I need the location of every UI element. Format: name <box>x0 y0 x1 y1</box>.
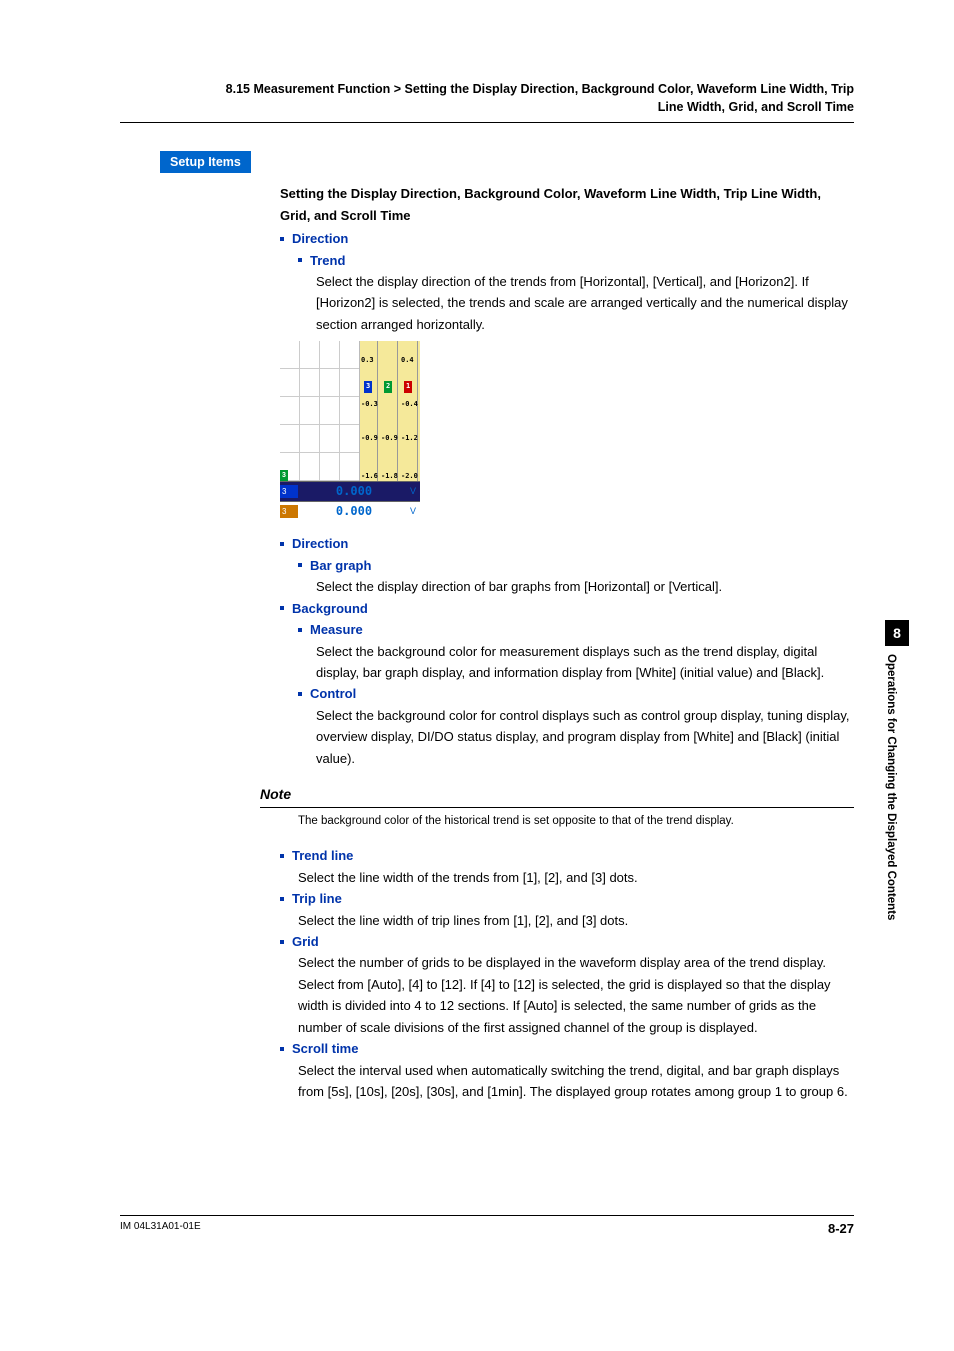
grid-body: Select the number of grids to be display… <box>298 952 854 1038</box>
item-trip-line: Trip line <box>280 888 854 909</box>
figure-channel-tag: 1 <box>404 381 412 393</box>
figure-scale-tick: -1.2 <box>401 433 418 445</box>
page-footer: IM 04L31A01-01E 8-27 <box>120 1215 854 1236</box>
trend-line-body: Select the line width of the trends from… <box>298 867 854 888</box>
figure-scale-tick: 0.3 <box>361 355 374 367</box>
figure-readout-row: 30.000V <box>280 481 420 501</box>
item-scroll-time: Scroll time <box>280 1038 854 1059</box>
section-title: Setting the Display Direction, Backgroun… <box>280 183 854 226</box>
figure-scale-column: 10.4-0.4-1.2-2.0 <box>400 341 418 481</box>
bargraph-body: Select the display direction of bar grap… <box>316 576 854 597</box>
item-control: Control <box>298 683 854 704</box>
figure-scale-column: 30.3-0.3-0.9-1.6 <box>360 341 378 481</box>
control-body: Select the background color for control … <box>316 705 854 769</box>
figure-readout-row: 30.000V <box>280 501 420 521</box>
figure-readout-value: 0.000 <box>298 502 410 522</box>
chapter-number: 8 <box>885 620 909 646</box>
note-label: Note <box>260 783 854 808</box>
setup-items-badge: Setup Items <box>160 151 251 173</box>
item-trend: Trend <box>298 250 854 271</box>
scroll-body: Select the interval used when automatica… <box>298 1060 854 1103</box>
figure-scale-column: 2-0.9-1.8 <box>380 341 398 481</box>
figure-grid-area: 3 <box>280 341 360 481</box>
note-text: The background color of the historical t… <box>298 812 854 831</box>
item-direction-1: Direction <box>280 228 854 249</box>
figure-readout-label: 3 <box>280 505 298 518</box>
figure-readout-unit: V <box>410 484 420 499</box>
item-measure: Measure <box>298 619 854 640</box>
note-block: Note The background color of the histori… <box>260 783 854 831</box>
figure-readout-area: 30.000V30.000V <box>280 481 420 521</box>
chapter-title: Operations for Changing the Displayed Co… <box>885 646 897 1026</box>
item-grid: Grid <box>280 931 854 952</box>
figure-scale-area: 30.3-0.3-0.9-1.62-0.9-1.810.4-0.4-1.2-2.… <box>360 341 420 481</box>
figure-scale-tick: 0.4 <box>401 355 414 367</box>
page-number: 8-27 <box>828 1221 854 1236</box>
main-content: Setting the Display Direction, Backgroun… <box>280 183 854 1102</box>
figure-readout-value: 0.000 <box>298 482 410 502</box>
figure-scale-tick: -0.9 <box>381 433 398 445</box>
item-bargraph: Bar graph <box>298 555 854 576</box>
item-trend-line: Trend line <box>280 845 854 866</box>
figure-readout-label: 3 <box>280 485 298 498</box>
figure-channel-tag: 2 <box>384 381 392 393</box>
doc-id: IM 04L31A01-01E <box>120 1221 201 1236</box>
figure-readout-unit: V <box>410 504 420 519</box>
trip-line-body: Select the line width of trip lines from… <box>298 910 854 931</box>
figure-corner-tag: 3 <box>280 470 288 482</box>
horizon2-figure: 3 30.3-0.3-0.9-1.62-0.9-1.810.4-0.4-1.2-… <box>280 341 854 521</box>
header-line-1: 8.15 Measurement Function > Setting the … <box>120 80 854 98</box>
header-line-2: Line Width, Grid, and Scroll Time <box>120 98 854 116</box>
measure-body: Select the background color for measurem… <box>316 641 854 684</box>
chapter-side-tab: 8 Operations for Changing the Displayed … <box>885 620 909 1030</box>
figure-channel-tag: 3 <box>364 381 372 393</box>
figure-scale-tick: -0.9 <box>361 433 378 445</box>
trend-body: Select the display direction of the tren… <box>316 271 854 335</box>
item-direction-2: Direction <box>280 533 854 554</box>
item-background: Background <box>280 598 854 619</box>
page-header: 8.15 Measurement Function > Setting the … <box>120 80 854 123</box>
figure-scale-tick: -0.3 <box>361 399 378 411</box>
figure-scale-tick: -0.4 <box>401 399 418 411</box>
